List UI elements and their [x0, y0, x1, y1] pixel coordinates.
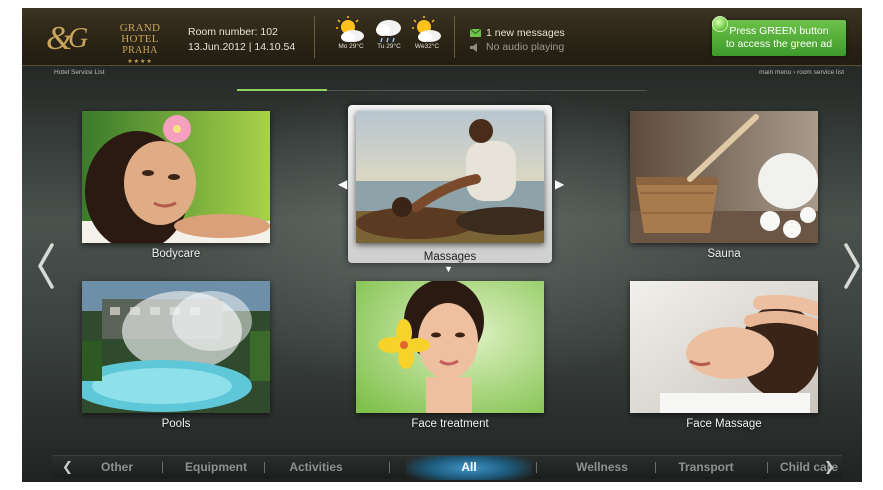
category-transport[interactable]: Transport — [666, 460, 746, 474]
category-prev-icon[interactable]: ❮ — [62, 459, 73, 475]
bodycare-image — [82, 111, 270, 243]
face-massage-image — [630, 281, 818, 413]
massages-image — [356, 111, 544, 243]
category-next-icon[interactable]: ❯ — [824, 459, 835, 475]
category-divider — [655, 462, 656, 473]
tile-label: Sauna — [707, 248, 741, 260]
audio-text: No audio playing — [486, 41, 565, 53]
weather-forecast: Mo 29°C Tu 29°C We32°C — [332, 16, 452, 62]
chevron-left-icon[interactable] — [36, 241, 56, 291]
category-activities[interactable]: Activities — [276, 460, 356, 474]
face-treatment-image — [356, 281, 544, 413]
tile-massages[interactable]: Massages — [348, 105, 552, 263]
carousel-left-icon[interactable]: ◀ — [338, 178, 347, 190]
section-title: Hotel Service List — [54, 69, 105, 76]
page-progress-fill — [237, 89, 328, 91]
cloud-rain-icon — [376, 20, 401, 43]
green-ad-button[interactable]: Press GREEN button to access the green a… — [712, 20, 846, 56]
chevron-right-icon[interactable] — [842, 241, 862, 291]
speaker-icon — [470, 42, 477, 52]
sauna-image — [630, 111, 818, 243]
messages-text: 1 new messages — [486, 27, 565, 39]
category-other[interactable]: Other — [92, 460, 142, 474]
header-bar: & G GRAND HOTEL PRAHA ★★★★ Room number: … — [22, 8, 862, 66]
room-info: Room number: 102 13.Jun.2012 | 14.10.54 — [188, 25, 295, 55]
weather-day-1: Mo 29°C — [332, 16, 370, 50]
weather-day-2: Tu 29°C — [370, 16, 408, 50]
sub-bar: Hotel Service List main menu › room serv… — [22, 67, 862, 81]
green-button-icon — [712, 16, 728, 32]
category-divider — [767, 462, 768, 473]
tv-screen: & G GRAND HOTEL PRAHA ★★★★ Room number: … — [22, 8, 862, 482]
carousel-down-icon[interactable]: ▼ — [444, 263, 453, 275]
hotel-city: PRAHA — [122, 45, 158, 56]
sun-cloud-icon — [336, 16, 364, 42]
header-divider — [314, 16, 315, 58]
tile-sauna[interactable]: Sauna — [630, 111, 818, 261]
tile-label: Massages — [423, 251, 477, 263]
room-number: Room number: 102 — [188, 26, 278, 38]
svg-text:G: G — [68, 23, 88, 54]
category-divider — [162, 462, 163, 473]
category-bar: ❮ Other Equipment Activities All Wellnes… — [52, 455, 842, 480]
notifications: 1 new messages No audio playing — [470, 26, 565, 54]
date-time: 13.Jun.2012 | 14.10.54 — [188, 41, 296, 53]
category-divider — [389, 462, 390, 473]
pools-image — [82, 281, 270, 413]
messages-row[interactable]: 1 new messages — [470, 26, 565, 40]
category-equipment[interactable]: Equipment — [176, 460, 256, 474]
tile-pools[interactable]: Pools — [82, 281, 270, 431]
audio-row: No audio playing — [470, 40, 565, 54]
category-divider — [264, 462, 265, 473]
tile-face-massage[interactable]: Face Massage — [630, 281, 818, 431]
breadcrumb[interactable]: main menu › room service list — [759, 69, 844, 76]
hotel-name: GRAND HOTEL PRAHA ★★★★ — [100, 23, 180, 68]
tile-bodycare[interactable]: Bodycare — [82, 111, 270, 261]
category-all[interactable]: All — [434, 460, 504, 474]
tile-label: Pools — [161, 418, 191, 430]
carousel-right-icon[interactable]: ▶ — [555, 178, 564, 190]
green-ad-label: Press GREEN button to access the green a… — [725, 25, 833, 50]
page-progress-track — [237, 89, 647, 91]
tile-label: Face Massage — [686, 418, 762, 430]
category-divider — [536, 462, 537, 473]
hotel-logo-icon: & G — [46, 20, 88, 57]
sun-cloud-icon — [412, 16, 441, 42]
envelope-icon — [470, 29, 481, 37]
category-wellness[interactable]: Wellness — [562, 460, 642, 474]
header-divider — [454, 16, 455, 58]
tile-face-treatment[interactable]: Face treatment — [356, 281, 544, 431]
tile-label: Bodycare — [151, 248, 201, 260]
weather-day-3: We32°C — [408, 16, 446, 50]
tile-label: Face treatment — [411, 418, 489, 430]
